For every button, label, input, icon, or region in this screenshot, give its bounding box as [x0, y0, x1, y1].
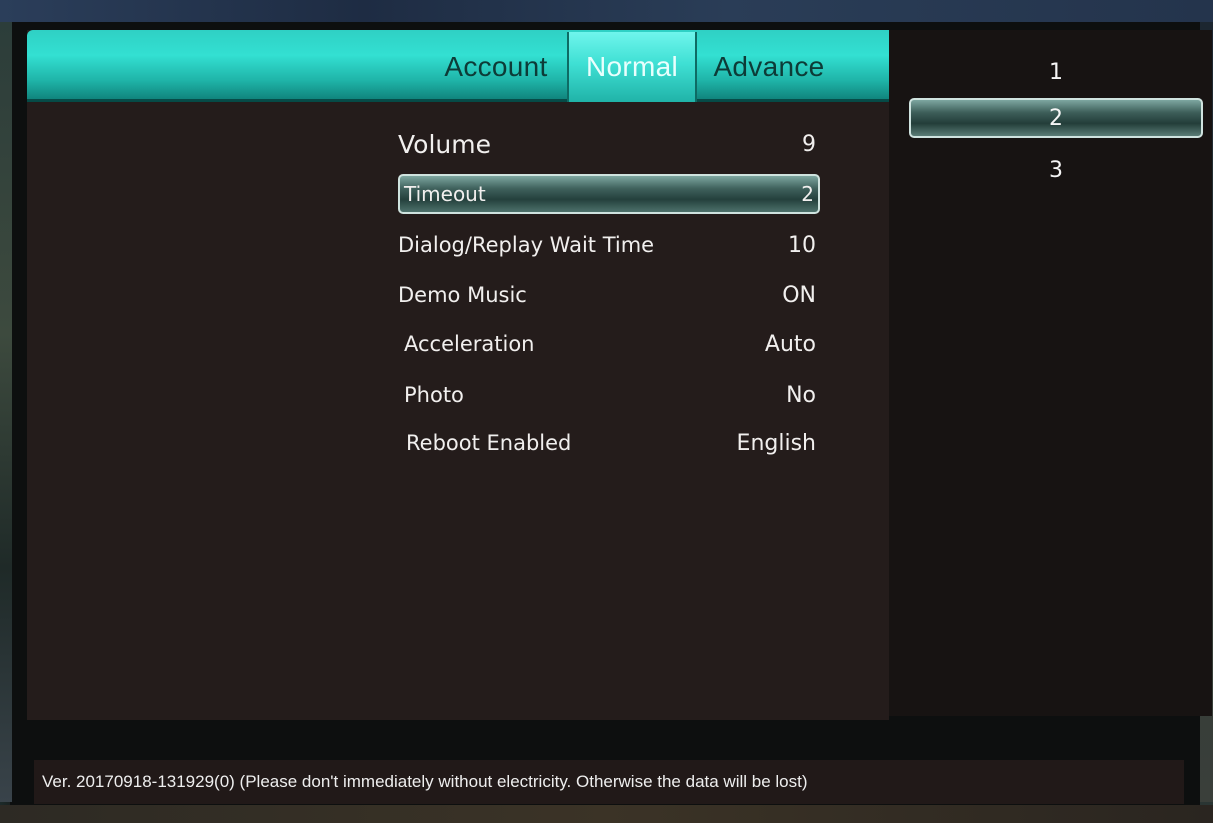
tab-normal[interactable]: Normal	[567, 32, 697, 102]
setting-label: Photo	[404, 383, 464, 407]
setting-reboot-enabled[interactable]: Reboot Enabled English	[398, 423, 820, 463]
setting-label: Demo Music	[398, 283, 527, 307]
setting-label: Volume	[398, 129, 491, 159]
setting-value: No	[786, 382, 816, 408]
screen: Account Normal Advance Volume 9 Timeout …	[0, 0, 1213, 823]
setting-photo[interactable]: Photo No	[398, 375, 820, 415]
setting-label: Acceleration	[404, 332, 535, 356]
option-1[interactable]: 1	[909, 52, 1203, 92]
tab-bar: Account Normal Advance	[27, 30, 889, 102]
option-2[interactable]: 2	[909, 98, 1203, 138]
bezel-bottom	[0, 805, 1213, 823]
setting-label: Timeout	[404, 182, 486, 206]
setting-timeout[interactable]: Timeout 2	[398, 174, 820, 214]
setting-demo-music[interactable]: Demo Music ON	[398, 275, 820, 315]
setting-volume[interactable]: Volume 9	[398, 124, 820, 164]
tab-account[interactable]: Account	[423, 32, 569, 102]
setting-acceleration[interactable]: Acceleration Auto	[398, 324, 820, 364]
version-text: Ver. 20170918-131929(0) (Please don't im…	[42, 772, 808, 791]
setting-label: Reboot Enabled	[406, 431, 572, 455]
version-footer: Ver. 20170918-131929(0) (Please don't im…	[34, 760, 1184, 804]
setting-label: Dialog/Replay Wait Time	[398, 233, 655, 257]
setting-value: ON	[782, 282, 816, 308]
setting-value: 10	[788, 232, 816, 258]
tab-advance[interactable]: Advance	[699, 32, 839, 102]
setting-value: Auto	[764, 331, 816, 357]
bezel-top	[0, 0, 1213, 22]
bezel-left	[0, 22, 12, 802]
setting-value: English	[736, 430, 816, 456]
setting-value: 9	[802, 131, 816, 157]
setting-dialog-replay-wait-time[interactable]: Dialog/Replay Wait Time 10	[398, 225, 820, 265]
setting-value: 2	[801, 182, 814, 206]
option-3[interactable]: 3	[909, 150, 1203, 190]
